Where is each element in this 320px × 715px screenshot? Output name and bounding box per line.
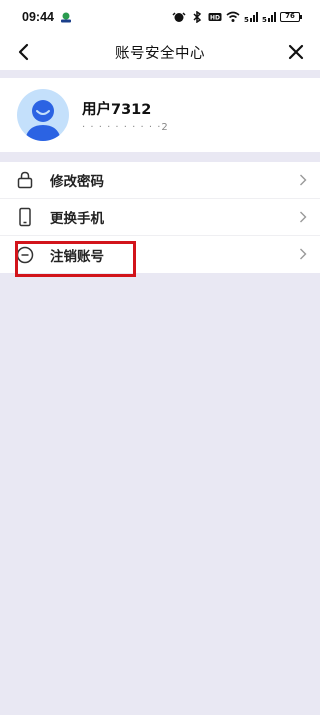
battery-icon: 76: [280, 12, 302, 22]
chevron-right-icon: [300, 174, 307, 186]
app-notification-icon: [60, 12, 71, 23]
profile-card: 用户7312 · · · · · · · · · ·2: [0, 78, 320, 152]
chevron-right-icon: [300, 211, 307, 223]
svg-text:5: 5: [262, 16, 267, 23]
alarm-icon: [172, 12, 186, 22]
user-avatar-icon: [25, 100, 61, 141]
signal-icon: 5: [244, 12, 258, 23]
menu-item-change-password[interactable]: 修改密码: [0, 162, 320, 199]
page-title: 账号安全中心: [115, 45, 205, 62]
wifi-icon: [226, 11, 240, 22]
chevron-right-icon: [300, 248, 307, 260]
hd-icon: HD: [208, 13, 222, 22]
menu-item-label: 更换手机: [50, 211, 104, 227]
status-icons: HD 5 5 76: [172, 11, 302, 23]
close-icon[interactable]: [284, 40, 308, 64]
back-arrow-icon[interactable]: [12, 40, 36, 64]
avatar: [17, 89, 69, 141]
annotation-highlight-box: [15, 241, 136, 277]
phone-icon: [19, 207, 31, 227]
svg-text:5: 5: [244, 16, 249, 23]
masked-phone: · · · · · · · · · ·2: [82, 121, 169, 133]
signal-icon-2: 5: [262, 12, 276, 23]
username: 用户7312: [82, 101, 152, 118]
bluetooth-icon: [193, 11, 202, 23]
menu-item-change-phone[interactable]: 更换手机: [0, 199, 320, 236]
lock-icon: [17, 171, 33, 189]
svg-text:HD: HD: [210, 15, 220, 22]
menu-item-label: 修改密码: [50, 174, 104, 190]
status-bar: 09:44 HD 5 5 76: [0, 0, 320, 34]
status-time: 09:44: [22, 10, 54, 24]
nav-bar: 账号安全中心: [0, 34, 320, 70]
